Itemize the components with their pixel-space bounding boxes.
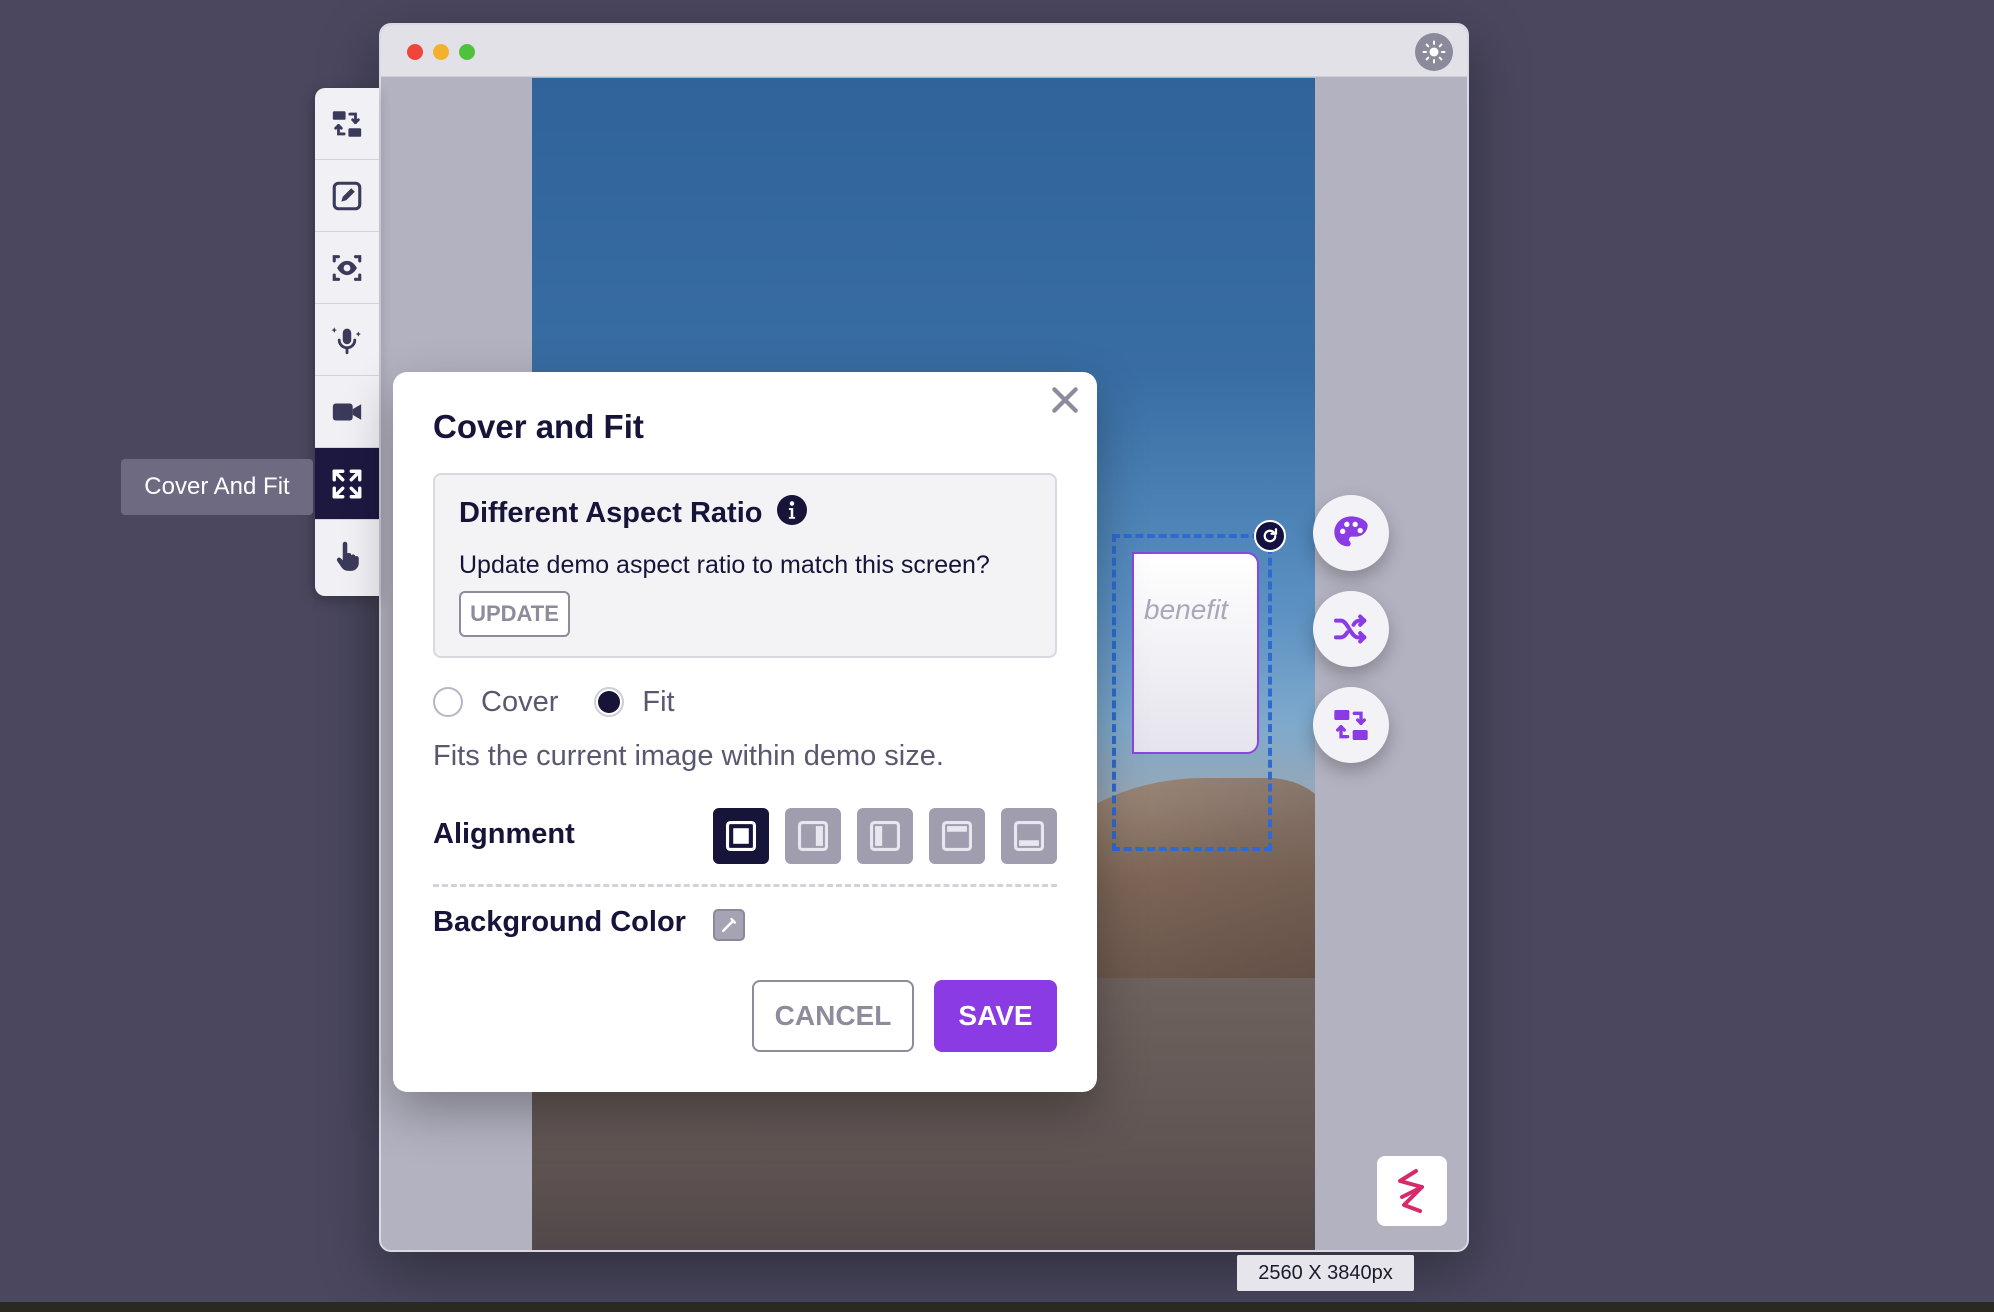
cover-radio[interactable] xyxy=(433,687,463,717)
minimize-window-button[interactable] xyxy=(433,44,449,60)
aspect-ratio-text: Update demo aspect ratio to match this s… xyxy=(459,551,990,579)
align-center-button[interactable] xyxy=(713,808,769,864)
app-stage: benefit 2560 X 3840px Cover And Fit Cove… xyxy=(0,0,1994,1312)
modal-title: Cover and Fit xyxy=(433,408,644,445)
tool-cover-and-fit[interactable] xyxy=(315,448,379,520)
fit-description: Fits the current image within demo size. xyxy=(433,740,944,772)
align-top-icon xyxy=(941,820,973,852)
section-divider xyxy=(433,884,1057,887)
aspect-ratio-notice: Different Aspect Ratio Update demo aspec… xyxy=(433,473,1057,658)
swap-screens-icon xyxy=(1334,710,1368,740)
expand-icon xyxy=(332,469,362,498)
sun-icon xyxy=(1422,40,1446,64)
aspect-ratio-title: Different Aspect Ratio xyxy=(459,497,763,529)
cancel-button[interactable]: CANCEL xyxy=(752,980,914,1052)
shuffle-icon xyxy=(1334,614,1367,644)
left-toolbar xyxy=(315,88,379,596)
eyedropper-icon xyxy=(721,917,737,933)
theme-palette-button[interactable] xyxy=(1313,495,1389,571)
alignment-options xyxy=(713,808,1057,864)
swap-screens-icon xyxy=(332,110,362,137)
update-aspect-button[interactable]: UPDATE xyxy=(459,591,570,637)
shuffle-button[interactable] xyxy=(1313,591,1389,667)
align-top-button[interactable] xyxy=(929,808,985,864)
tool-tooltip: Cover And Fit xyxy=(121,459,313,515)
selection-box[interactable] xyxy=(1112,534,1272,851)
rotate-icon xyxy=(1263,528,1278,543)
brand-logo-icon xyxy=(1398,1169,1424,1213)
fit-radio-dot xyxy=(598,691,621,713)
align-right-button[interactable] xyxy=(785,808,841,864)
align-right-icon xyxy=(797,820,829,852)
tool-edit[interactable] xyxy=(315,160,379,232)
video-icon xyxy=(332,403,362,420)
info-glyph xyxy=(788,501,796,519)
cover-fit-options: Cover Fit xyxy=(433,682,675,722)
align-left-icon xyxy=(869,820,901,852)
bottom-strip xyxy=(0,1302,1994,1312)
edit-icon xyxy=(332,181,362,210)
background-color-label: Background Color xyxy=(433,906,686,938)
align-bottom-button[interactable] xyxy=(1001,808,1057,864)
cover-and-fit-modal: Cover and Fit Different Aspect Ratio Upd… xyxy=(393,372,1097,1092)
palette-icon xyxy=(1334,516,1368,547)
fit-radio[interactable] xyxy=(594,687,625,717)
align-center-icon xyxy=(725,820,757,852)
alignment-label: Alignment xyxy=(433,818,575,850)
tool-swap-screens[interactable] xyxy=(315,88,379,160)
rotate-handle[interactable] xyxy=(1254,520,1286,552)
save-button[interactable]: SAVE xyxy=(934,980,1057,1052)
align-left-button[interactable] xyxy=(857,808,913,864)
background-color-swatch[interactable] xyxy=(713,909,745,941)
window-titlebar xyxy=(381,25,1467,77)
tool-interaction[interactable] xyxy=(315,520,379,592)
maximize-window-button[interactable] xyxy=(459,44,475,60)
brand-logo-button[interactable] xyxy=(1377,1156,1447,1226)
fit-label[interactable]: Fit xyxy=(642,686,674,719)
theme-toggle-button[interactable] xyxy=(1415,33,1453,71)
info-icon[interactable] xyxy=(777,495,807,525)
close-modal-button[interactable] xyxy=(1045,380,1085,420)
ai-voice-icon xyxy=(331,326,361,354)
close-window-button[interactable] xyxy=(407,44,423,60)
cover-label[interactable]: Cover xyxy=(481,686,558,719)
swap-screen-button[interactable] xyxy=(1313,687,1389,763)
align-bottom-icon xyxy=(1013,820,1045,852)
hand-pointer-icon xyxy=(336,541,359,571)
tool-video[interactable] xyxy=(315,376,379,448)
close-icon xyxy=(1052,387,1078,413)
tool-ai-voice[interactable] xyxy=(315,304,379,376)
preview-icon xyxy=(332,254,362,281)
tool-preview[interactable] xyxy=(315,232,379,304)
canvas-size-label: 2560 X 3840px xyxy=(1237,1255,1414,1291)
